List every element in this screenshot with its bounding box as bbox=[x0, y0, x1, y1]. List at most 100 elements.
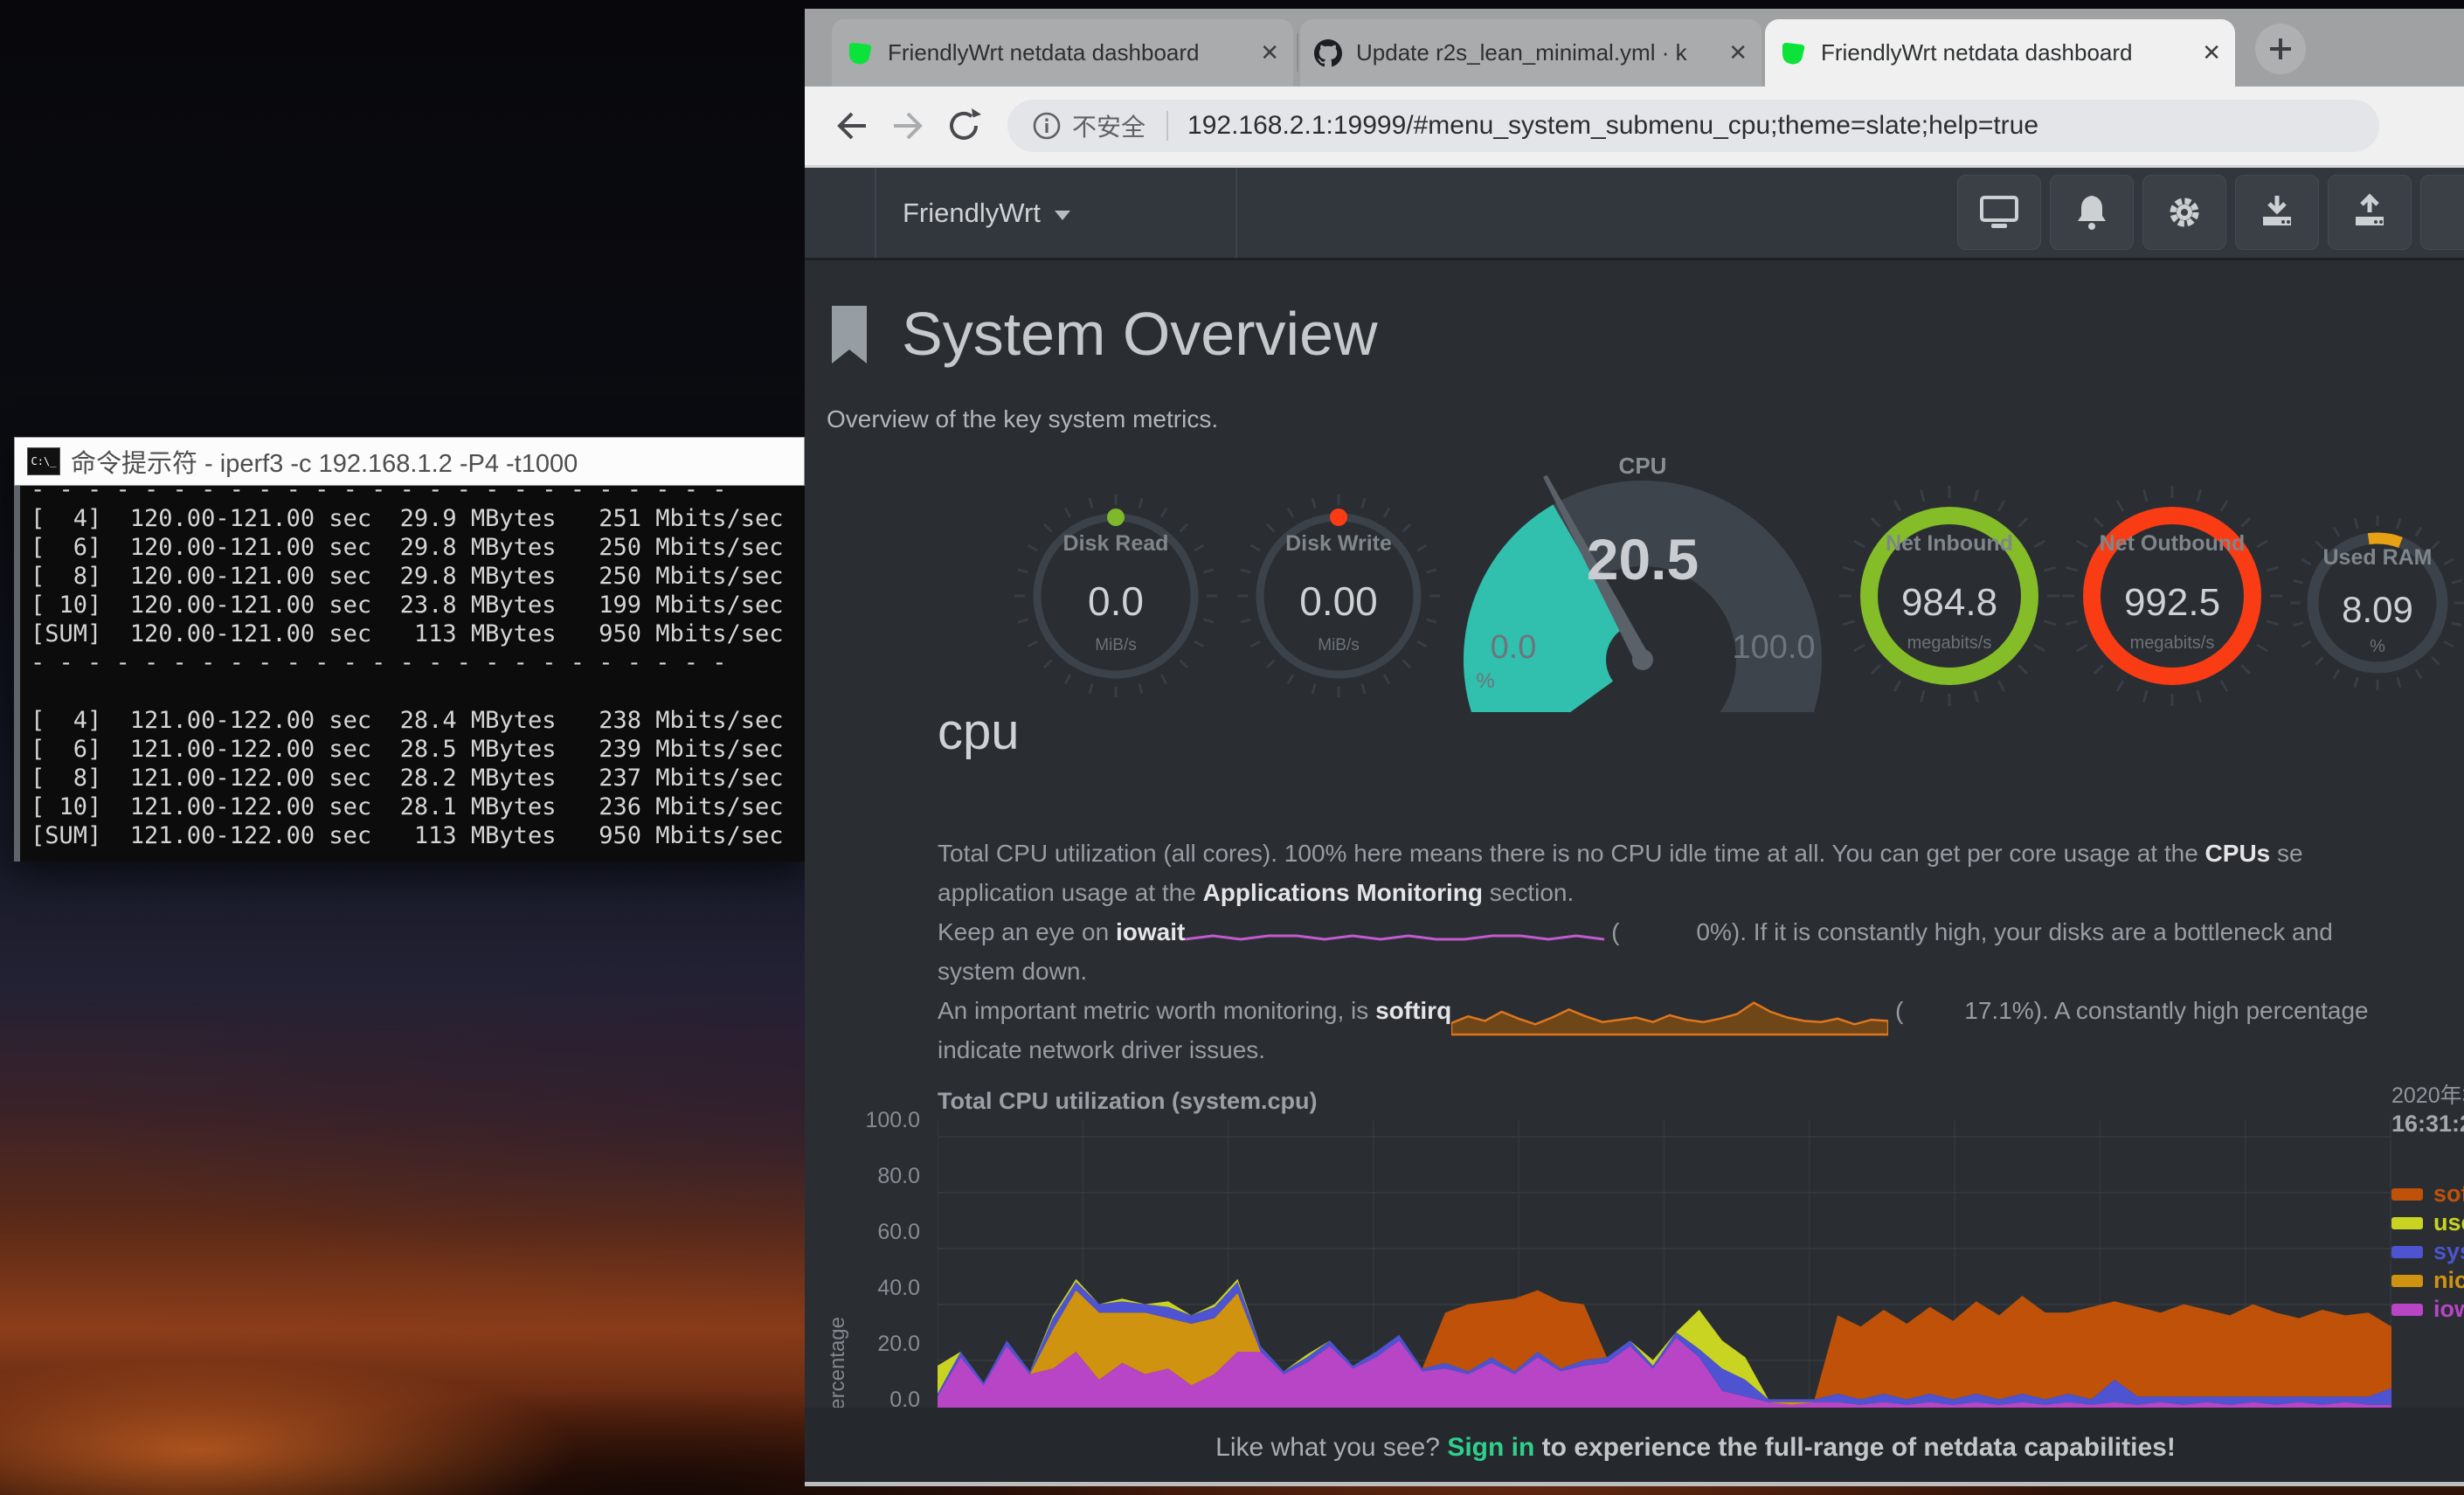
netdata-navbar: FriendlyWrt bbox=[805, 168, 2464, 260]
print-dashboard-button[interactable] bbox=[1957, 175, 2041, 250]
legend-swatch bbox=[2391, 1275, 2423, 1287]
chart-time-label: 16:31:2 bbox=[2391, 1111, 2464, 1137]
y-tick-label: 40.0 bbox=[824, 1276, 920, 1301]
text-line: system down. bbox=[938, 952, 2464, 991]
bookmark-icon bbox=[825, 297, 874, 370]
gauge-used-ram[interactable]: Used RAM 8.09% bbox=[2290, 516, 2464, 690]
terminal-line: [ 4] 120.00-121.00 sec 29.9 MBytes 251 M… bbox=[31, 504, 805, 533]
terminal-title: 命令提示符 - iperf3 -c 192.168.1.2 -P4 -t1000 bbox=[71, 443, 578, 480]
back-button[interactable] bbox=[824, 98, 880, 154]
netdata-icon bbox=[846, 39, 874, 67]
back-icon bbox=[833, 107, 871, 145]
svg-text:Disk Read: Disk Read bbox=[1063, 531, 1169, 556]
text-line: indicate network driver issues. bbox=[938, 1030, 2464, 1069]
reload-button[interactable] bbox=[936, 98, 992, 154]
y-tick-label: 20.0 bbox=[824, 1332, 920, 1357]
signin-link[interactable]: Sign in bbox=[1447, 1433, 1534, 1462]
host-name: FriendlyWrt bbox=[903, 197, 1041, 229]
new-tab-button[interactable] bbox=[2255, 24, 2306, 74]
gauges-row[interactable]: Disk Read0.0MiB/s Disk Write 0.00 MiB/s CPU2… bbox=[961, 441, 2464, 712]
browser-bottom-edge bbox=[805, 1482, 2464, 1486]
tab-title: Update r2s_lean_minimal.yml · k bbox=[1356, 39, 1716, 66]
tab-github[interactable]: Update r2s_lean_minimal.yml · k ✕ bbox=[1300, 19, 1761, 87]
chart-datetime: 2020年3 16:31:2 bbox=[2391, 1082, 2464, 1139]
terminal-window[interactable]: C:\_ 命令提示符 - iperf3 -c 192.168.1.2 -P4 -… bbox=[14, 437, 805, 862]
chart-title: Total CPU utilization (system.cpu) bbox=[938, 1088, 1318, 1115]
host-dropdown[interactable]: FriendlyWrt bbox=[875, 168, 1237, 258]
close-icon[interactable]: ✕ bbox=[1260, 39, 1279, 66]
tab-title: FriendlyWrt netdata dashboard bbox=[888, 39, 1248, 66]
legend-item-softirq[interactable]: softirq bbox=[2391, 1180, 2464, 1208]
plus-icon bbox=[2267, 36, 2294, 62]
settings-button[interactable] bbox=[2142, 175, 2226, 250]
terminal-line: [ 8] 120.00-121.00 sec 29.8 MBytes 250 M… bbox=[31, 562, 805, 591]
y-tick-label: 100.0 bbox=[824, 1108, 920, 1133]
terminal-line: - - - - - - - - - - - - - - - - - - - - … bbox=[31, 648, 805, 677]
svg-text:%: % bbox=[2370, 637, 2385, 656]
svg-text:984.8: 984.8 bbox=[1901, 581, 1997, 624]
netdata-icon bbox=[1779, 39, 1807, 67]
svg-text:MiB/s: MiB/s bbox=[1318, 636, 1360, 654]
section-header: System Overview bbox=[825, 297, 1378, 370]
legend-swatch bbox=[2391, 1217, 2423, 1229]
tab-separator bbox=[1297, 33, 1298, 72]
header-button-partial[interactable] bbox=[2420, 175, 2464, 250]
legend-label: system bbox=[2433, 1238, 2464, 1265]
url-text: 192.168.2.1:19999/#menu_system_submenu_c… bbox=[1187, 111, 2038, 141]
terminal-output[interactable]: - - - - - - - - - - - - - - - - - - - - … bbox=[14, 486, 805, 862]
export-button[interactable] bbox=[2328, 175, 2412, 250]
terminal-line: [ 6] 121.00-122.00 sec 28.5 MBytes 239 M… bbox=[31, 735, 805, 764]
forward-icon bbox=[889, 107, 927, 145]
address-bar[interactable]: 不安全 192.168.2.1:19999/#menu_system_subme… bbox=[1007, 100, 2379, 152]
svg-text:8.09: 8.09 bbox=[2342, 589, 2413, 630]
svg-text:Disk Write: Disk Write bbox=[1285, 531, 1392, 556]
close-icon[interactable]: ✕ bbox=[1728, 39, 1748, 66]
terminal-line: - - - - - - - - - - - - - - - - - - - - … bbox=[31, 486, 805, 504]
tab-friendlywrt-2-active[interactable]: FriendlyWrt netdata dashboard ✕ bbox=[1765, 19, 2235, 87]
alarms-button[interactable] bbox=[2050, 175, 2134, 250]
cmd-icon: C:\_ bbox=[27, 447, 60, 475]
gear-icon bbox=[2165, 193, 2204, 232]
legend-item-nice[interactable]: nice bbox=[2391, 1266, 2464, 1295]
cpu-description: Total CPU utilization (all cores). 100% … bbox=[938, 834, 2464, 1069]
legend-label: user bbox=[2433, 1209, 2464, 1236]
download-icon bbox=[2258, 193, 2296, 232]
svg-text:Net Outbound: Net Outbound bbox=[2100, 531, 2246, 556]
legend-label: nice bbox=[2433, 1267, 2464, 1294]
terminal-line: [ 10] 120.00-121.00 sec 23.8 MBytes 199 … bbox=[31, 591, 805, 619]
cpu-stacked-area-chart[interactable] bbox=[938, 1119, 2391, 1408]
legend-swatch bbox=[2391, 1246, 2423, 1258]
gauge-net-inbound[interactable]: Net Inbound984.8megabits/s bbox=[1839, 486, 2059, 706]
legend-swatch bbox=[2391, 1188, 2423, 1201]
gauge-cpu[interactable]: CPU20.50.0100.0% bbox=[1464, 453, 1822, 712]
reload-icon bbox=[945, 107, 983, 145]
legend-label: softirq bbox=[2433, 1180, 2464, 1208]
gauge-disk-write[interactable]: Disk Write 0.00 MiB/s bbox=[1237, 495, 1440, 697]
security-chip[interactable]: 不安全 bbox=[1072, 108, 1145, 143]
chart-legend: softirqusersystemniceiowait bbox=[2391, 1180, 2464, 1324]
text-line: application usage at the Applications Mo… bbox=[938, 873, 2464, 912]
legend-item-system[interactable]: system bbox=[2391, 1237, 2464, 1266]
browser-toolbar: 不安全 192.168.2.1:19999/#menu_system_subme… bbox=[805, 87, 2464, 168]
cpu-section-heading: cpu bbox=[938, 703, 1020, 761]
forward-button[interactable] bbox=[880, 98, 936, 154]
svg-text:Used RAM: Used RAM bbox=[2322, 545, 2432, 570]
iowait-sparkline[interactable] bbox=[1185, 924, 1604, 945]
text-line: Total CPU utilization (all cores). 100% … bbox=[938, 834, 2464, 873]
tab-friendlywrt-1[interactable]: FriendlyWrt netdata dashboard ✕ bbox=[832, 19, 1293, 87]
page-title: System Overview bbox=[902, 297, 1378, 370]
softirq-sparkline[interactable] bbox=[1451, 996, 1888, 1036]
info-icon[interactable] bbox=[1032, 111, 1062, 141]
gauge-net-outbound[interactable]: Net Outbound992.5megabits/s bbox=[2062, 486, 2282, 706]
gauge-disk-read[interactable]: Disk Read0.0MiB/s bbox=[1014, 495, 1217, 697]
svg-text:0.00: 0.00 bbox=[1299, 578, 1378, 624]
legend-item-user[interactable]: user bbox=[2391, 1208, 2464, 1237]
import-button[interactable] bbox=[2235, 175, 2319, 250]
legend-item-iowait[interactable]: iowait bbox=[2391, 1295, 2464, 1324]
netdata-page: FriendlyWrt bbox=[805, 168, 2464, 1482]
svg-text:20.5: 20.5 bbox=[1587, 527, 1699, 592]
svg-text:Net Inbound: Net Inbound bbox=[1886, 531, 2013, 556]
close-icon[interactable]: ✕ bbox=[2202, 39, 2221, 66]
terminal-titlebar[interactable]: C:\_ 命令提示符 - iperf3 -c 192.168.1.2 -P4 -… bbox=[14, 437, 805, 486]
github-icon bbox=[1314, 39, 1342, 67]
